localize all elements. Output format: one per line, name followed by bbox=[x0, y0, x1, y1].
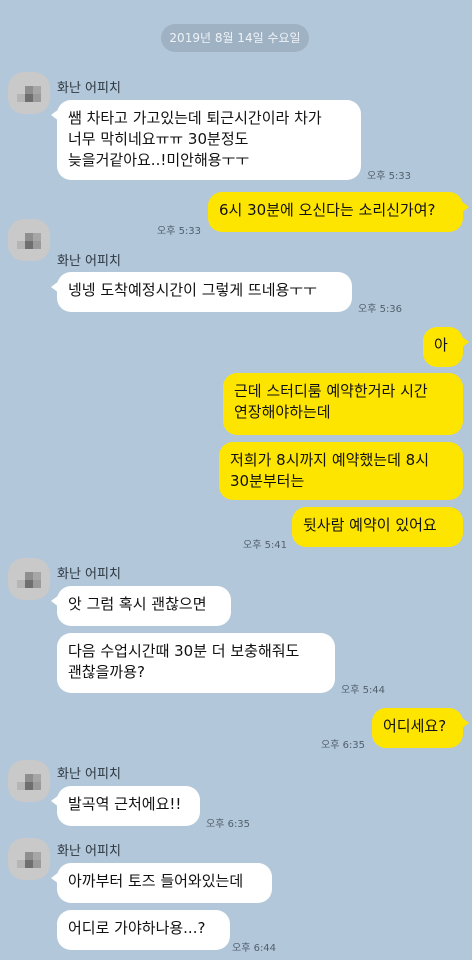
message-bubble[interactable]: 근데 스터디룸 예약한거라 시간 연장해야하는데 bbox=[223, 373, 463, 435]
timestamp: 오후 6:44 bbox=[232, 943, 277, 954]
message-bubble[interactable]: 앗 그럼 혹시 괜찮으면 bbox=[51, 586, 231, 626]
message-bubble[interactable]: 어디세요? bbox=[372, 708, 469, 748]
avatar[interactable] bbox=[8, 838, 50, 880]
message-bubble[interactable]: 어디로 가야하나용...? bbox=[57, 910, 230, 950]
sender-name: 화난 어피치 bbox=[57, 844, 121, 859]
sender-name: 화난 어피치 bbox=[57, 567, 121, 582]
timestamp: 오후 5:44 bbox=[341, 685, 386, 696]
message-bubble[interactable]: 아 bbox=[423, 327, 469, 367]
timestamp: 오후 5:33 bbox=[367, 171, 412, 182]
message-bubble[interactable]: 6시 30분에 오신다는 소리신가여? bbox=[208, 192, 469, 232]
avatar[interactable] bbox=[8, 760, 50, 802]
message-bubble[interactable]: 다음 수업시간때 30분 더 보충해줘도 괜찮을까용? bbox=[57, 633, 335, 693]
message-bubble[interactable]: 발곡역 근처에요!! bbox=[51, 786, 200, 826]
timestamp: 오후 5:41 bbox=[243, 540, 288, 551]
message-bubble[interactable]: 저희가 8시까지 예약했는데 8시 30분부터는 bbox=[219, 442, 463, 500]
message-bubble[interactable]: 아까부터 토즈 들어와있는데 bbox=[51, 863, 272, 903]
sender-name: 화난 어피치 bbox=[57, 254, 121, 269]
timestamp: 오후 5:36 bbox=[358, 304, 403, 315]
message-bubble[interactable]: 넹넹 도착예정시간이 그렇게 뜨네용ㅜㅜ bbox=[51, 272, 352, 312]
date-divider: 2019년 8월 14일 수요일 bbox=[161, 24, 309, 52]
avatar[interactable] bbox=[8, 558, 50, 600]
message-bubble[interactable]: 쌤 차타고 가고있는데 퇴근시간이라 차가 너무 막히네요ㅠㅠ 30분정도 늦을… bbox=[51, 100, 361, 180]
timestamp: 오후 6:35 bbox=[321, 740, 366, 751]
avatar[interactable] bbox=[8, 219, 50, 261]
avatar[interactable] bbox=[8, 72, 50, 114]
sender-name: 화난 어피치 bbox=[57, 767, 121, 782]
message-bubble[interactable]: 뒷사람 예약이 있어요 bbox=[292, 507, 463, 547]
timestamp: 오후 5:33 bbox=[157, 226, 202, 237]
timestamp: 오후 6:35 bbox=[206, 819, 251, 830]
sender-name: 화난 어피치 bbox=[57, 81, 121, 96]
